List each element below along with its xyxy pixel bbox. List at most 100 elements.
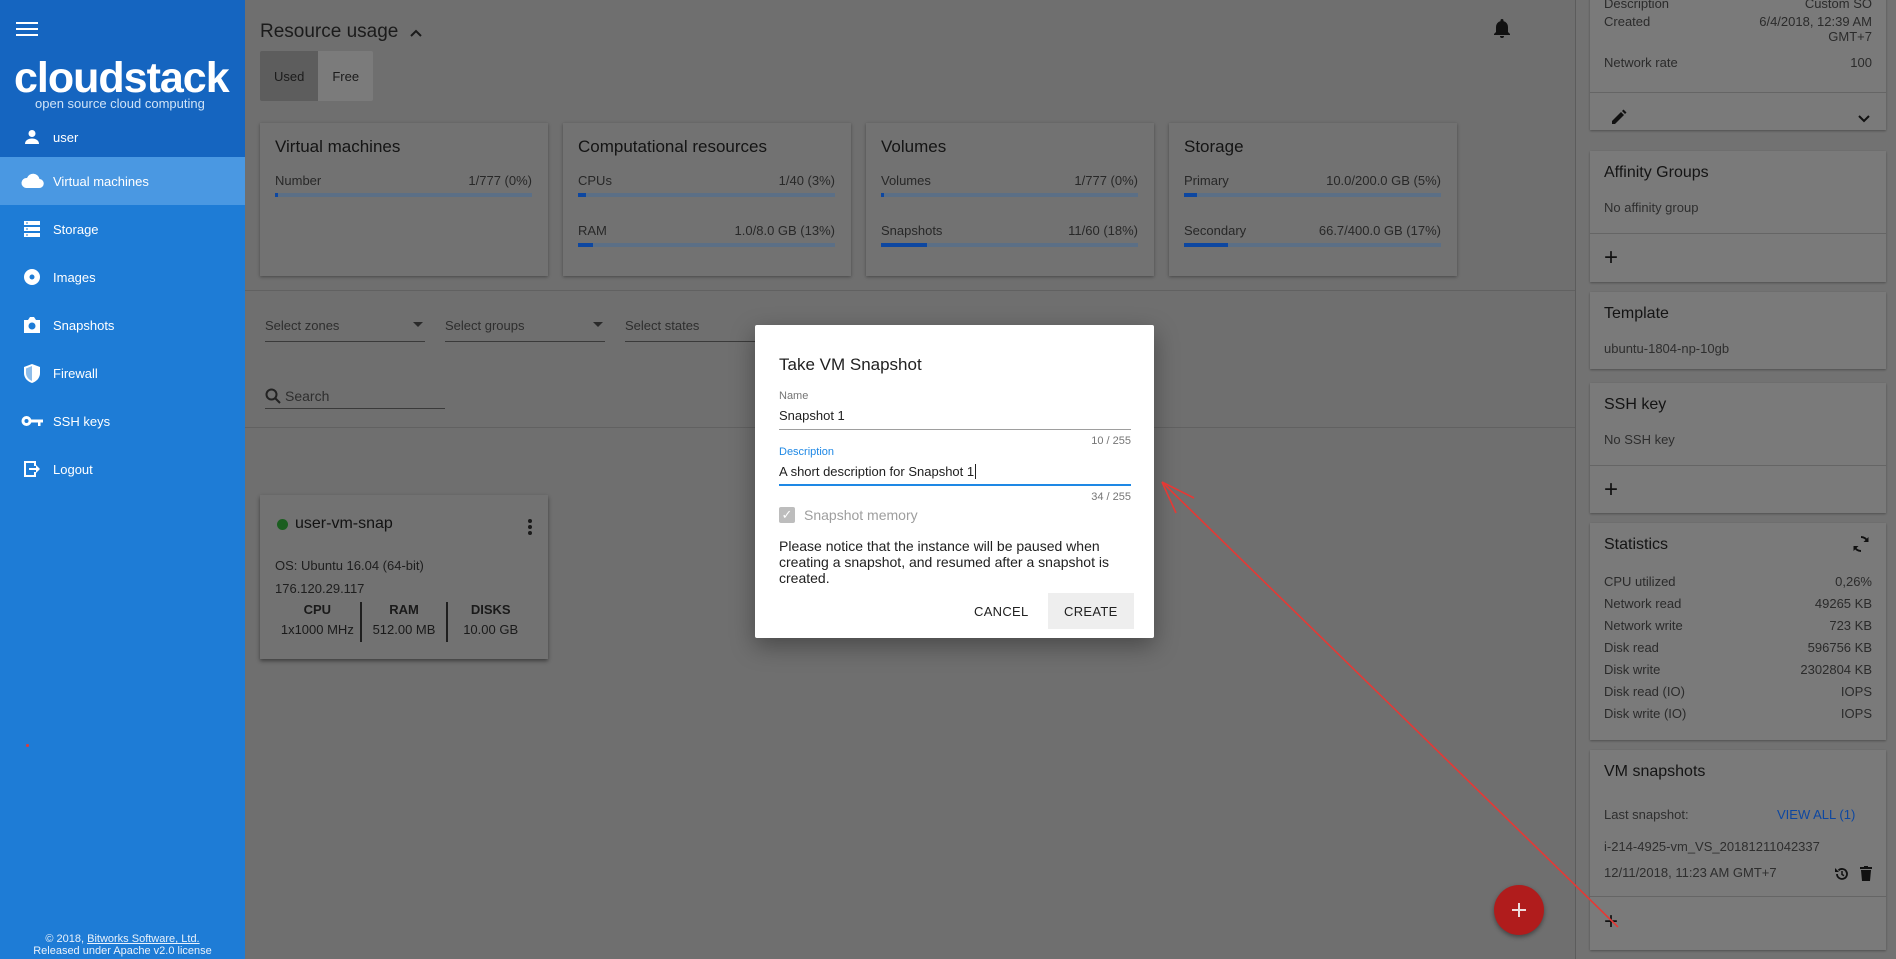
view-all-snapshots-link[interactable]: VIEW ALL (1) bbox=[1777, 807, 1855, 822]
add-snapshot-button[interactable]: + bbox=[1604, 910, 1618, 934]
add-vm-button[interactable] bbox=[1494, 885, 1544, 935]
usage-label: CPUs bbox=[578, 173, 612, 188]
snapshot-memory-checkbox[interactable]: ✓ Snapshot memory bbox=[779, 507, 918, 523]
affinity-groups-card: Affinity Groups No affinity group + bbox=[1590, 151, 1886, 282]
add-affinity-group-button[interactable]: + bbox=[1604, 246, 1618, 270]
logo-subtitle: open source cloud computing bbox=[35, 96, 205, 111]
checkbox-checked-icon: ✓ bbox=[779, 507, 795, 523]
pause-notice: Please notice that the instance will be … bbox=[779, 538, 1109, 586]
usage-card-virtual-machines: Virtual machines Number 1/777 (0%) bbox=[260, 123, 548, 276]
chevron-up-icon bbox=[410, 24, 423, 40]
stat-key: Disk read bbox=[1604, 640, 1659, 655]
sidebar-item-logout[interactable]: Logout bbox=[0, 445, 245, 493]
last-snapshot-label: Last snapshot: bbox=[1604, 807, 1689, 822]
zones-select[interactable]: Select zones bbox=[265, 318, 425, 342]
vm-ip: 176.120.29.117 bbox=[275, 581, 365, 596]
vm-spec-disks: DISKS 10.00 GB bbox=[446, 602, 533, 642]
toggle-free[interactable]: Free bbox=[318, 51, 374, 101]
detail-value: Custom SO bbox=[1804, 0, 1872, 11]
usage-value: 10.0/200.0 GB (5%) bbox=[1326, 173, 1441, 188]
stat-key: CPU utilized bbox=[1604, 574, 1676, 589]
vm-info-card: Description Custom SO Created 6/4/2018, … bbox=[1590, 0, 1886, 130]
create-button[interactable]: CREATE bbox=[1048, 593, 1134, 629]
sidebar-item-label: Storage bbox=[53, 221, 99, 237]
divider bbox=[1590, 465, 1886, 466]
dropdown-arrow-icon bbox=[413, 322, 423, 327]
camera-icon bbox=[20, 315, 44, 335]
ssh-key-title: SSH key bbox=[1604, 396, 1667, 413]
more-vert-icon[interactable] bbox=[528, 519, 532, 537]
vm-name: user-vm-snap bbox=[277, 515, 393, 533]
snapshot-description-field[interactable]: Description A short description for Snap… bbox=[779, 446, 1131, 486]
usage-value: 1/40 (3%) bbox=[778, 173, 835, 188]
groups-select[interactable]: Select groups bbox=[445, 318, 605, 342]
revert-snapshot-icon[interactable] bbox=[1834, 866, 1850, 885]
statistics-title: Statistics bbox=[1604, 536, 1669, 553]
usage-card-computational: Computational resources CPUs 1/40 (3%) R… bbox=[563, 123, 851, 276]
stat-key: Disk read (IO) bbox=[1604, 684, 1685, 699]
key-icon bbox=[20, 411, 44, 431]
stat-value: 723 KB bbox=[1829, 618, 1872, 633]
vm-details-panel: Description Custom SO Created 6/4/2018, … bbox=[1575, 0, 1896, 959]
snapshot-description-input[interactable]: A short description for Snapshot 1 bbox=[779, 462, 1131, 486]
logo: cloudstack bbox=[14, 54, 230, 102]
usage-label: Primary bbox=[1184, 173, 1229, 188]
bell-icon[interactable] bbox=[1493, 18, 1511, 41]
stat-value: 49265 KB bbox=[1814, 596, 1872, 611]
sidebar-item-ssh-keys[interactable]: SSH keys bbox=[0, 397, 245, 445]
chevron-down-icon[interactable] bbox=[1858, 111, 1870, 126]
usage-bar-fill bbox=[1184, 193, 1197, 197]
edit-icon[interactable] bbox=[1610, 108, 1628, 129]
checkbox-label: Snapshot memory bbox=[804, 507, 918, 523]
spec-label: CPU bbox=[303, 602, 332, 617]
sidebar-item-firewall[interactable]: Firewall bbox=[0, 349, 245, 397]
stat-value: IOPS bbox=[1840, 684, 1872, 699]
detail-key: Description bbox=[1604, 0, 1670, 11]
snapshot-name-input[interactable]: Snapshot 1 bbox=[779, 406, 1131, 430]
usage-label: RAM bbox=[578, 223, 607, 238]
resource-usage-title: Resource usage bbox=[260, 21, 399, 42]
groups-select-placeholder: Select groups bbox=[445, 318, 525, 333]
detail-key: Created bbox=[1604, 14, 1651, 29]
usage-bar bbox=[578, 243, 835, 247]
resource-usage-header[interactable]: Resource usage bbox=[260, 21, 423, 43]
footer-company-link[interactable]: Bitworks Software, Ltd. bbox=[87, 933, 200, 945]
usage-value: 1/777 (0%) bbox=[468, 173, 532, 188]
spec-value: 10.00 GB bbox=[463, 622, 519, 637]
search-input[interactable]: Search bbox=[265, 383, 445, 409]
status-running-icon bbox=[277, 518, 288, 530]
card-title: Virtual machines bbox=[275, 137, 401, 156]
logout-icon bbox=[20, 459, 44, 479]
ssh-key-text: No SSH key bbox=[1604, 432, 1675, 447]
delete-icon[interactable] bbox=[1860, 866, 1872, 884]
usage-bar bbox=[1184, 243, 1441, 247]
sidebar: cloudstack open source cloud computing u… bbox=[0, 0, 245, 959]
sidebar-item-virtual-machines[interactable]: Virtual machines bbox=[0, 157, 245, 205]
cancel-button[interactable]: CANCEL bbox=[958, 593, 1045, 629]
disc-icon bbox=[20, 267, 44, 287]
snapshot-name-field[interactable]: Name Snapshot 1 bbox=[779, 390, 1131, 430]
card-title: Volumes bbox=[881, 137, 947, 156]
sidebar-item-images[interactable]: Images bbox=[0, 253, 245, 301]
states-select[interactable]: Select states bbox=[625, 318, 755, 342]
vm-card[interactable]: user-vm-snap OS: Ubuntu 16.04 (64-bit) 1… bbox=[260, 495, 548, 659]
sidebar-item-label: Firewall bbox=[53, 365, 98, 381]
menu-icon[interactable] bbox=[16, 22, 38, 38]
user-menu[interactable]: user bbox=[0, 117, 245, 157]
stat-value: 0,26% bbox=[1835, 574, 1872, 589]
add-ssh-key-button[interactable]: + bbox=[1604, 478, 1618, 502]
usage-label: Number bbox=[275, 173, 322, 188]
sidebar-item-snapshots[interactable]: Snapshots bbox=[0, 301, 245, 349]
description-text: A short description for Snapshot 1 bbox=[779, 464, 975, 479]
refresh-icon[interactable] bbox=[1852, 535, 1870, 556]
usage-bar bbox=[578, 193, 835, 197]
user-name: user bbox=[53, 129, 79, 145]
divider bbox=[245, 290, 1575, 291]
toggle-used[interactable]: Used bbox=[260, 51, 319, 101]
stat-key: Network read bbox=[1604, 596, 1682, 611]
sidebar-item-storage[interactable]: Storage bbox=[0, 205, 245, 253]
dropdown-arrow-icon bbox=[593, 322, 603, 327]
person-icon bbox=[20, 127, 44, 147]
usage-card-storage: Storage Primary 10.0/200.0 GB (5%) Secon… bbox=[1169, 123, 1457, 276]
field-label: Description bbox=[779, 446, 835, 458]
